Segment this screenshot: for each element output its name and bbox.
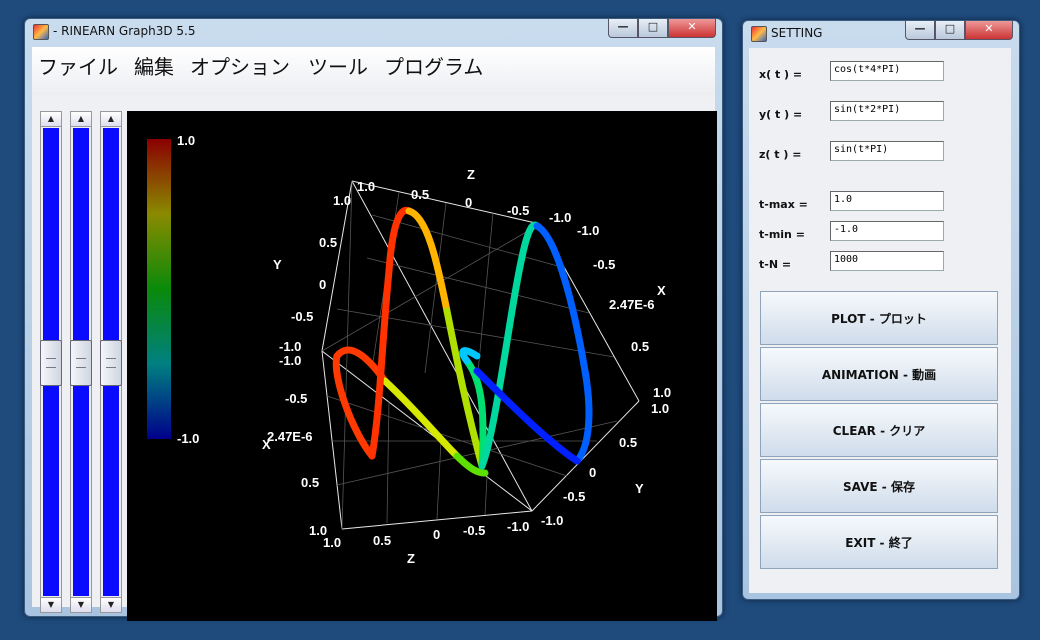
colorbar-max-label: 1.0 <box>177 133 195 148</box>
animation-button[interactable]: ANIMATION - 動画 <box>760 347 998 401</box>
tick-label: 0.5 <box>373 533 391 548</box>
tick-label: -1.0 <box>279 353 301 368</box>
maximize-icon[interactable]: □ <box>935 21 965 40</box>
y-axis-label-right: Y <box>635 481 644 496</box>
slider-up-arrow-icon[interactable]: ▲ <box>101 112 121 127</box>
save-button[interactable]: SAVE - 保存 <box>760 459 998 513</box>
tick-label: 0.5 <box>619 435 637 450</box>
tick-label: -0.5 <box>593 257 615 272</box>
setting-titlebar[interactable]: SETTING — □ ✕ <box>743 21 1019 45</box>
tn-label: t-N = <box>759 258 792 271</box>
z-function-label: z( t ) = <box>759 148 802 161</box>
tick-label: 0 <box>465 195 472 210</box>
tick-label: 0 <box>433 527 440 542</box>
tick-label: -0.5 <box>463 523 485 538</box>
java-app-icon <box>751 26 767 42</box>
tick-label: 1.0 <box>651 401 669 416</box>
slider-down-arrow-icon[interactable]: ▼ <box>41 597 61 612</box>
tn-input[interactable]: 1000 <box>830 251 944 271</box>
colorbar-min-label: -1.0 <box>177 431 199 446</box>
main-window: - RINEARN Graph3D 5.5 — □ ✕ ファイル 編集 オプショ… <box>24 18 723 621</box>
exit-button[interactable]: EXIT - 終了 <box>760 515 998 569</box>
tick-label: 2.47E-6 <box>609 297 655 312</box>
tmax-input[interactable]: 1.0 <box>830 191 944 211</box>
setting-window-title: SETTING <box>771 26 823 40</box>
tmin-label: t-min = <box>759 228 805 241</box>
tick-label: 1.0 <box>653 385 671 400</box>
x-function-input[interactable]: cos(t*4*PI) <box>830 61 944 81</box>
y-function-label: y( t ) = <box>759 108 803 121</box>
menu-tools[interactable]: ツール <box>308 51 368 80</box>
tmin-input[interactable]: -1.0 <box>830 221 944 241</box>
y-axis-label-left: Y <box>273 257 282 272</box>
tick-label: -0.5 <box>291 309 313 324</box>
tick-label: -1.0 <box>577 223 599 238</box>
slider-down-arrow-icon[interactable]: ▼ <box>71 597 91 612</box>
tick-label: 0 <box>319 277 326 292</box>
setting-panel: x( t ) = cos(t*4*PI) y( t ) = sin(t*2*PI… <box>749 48 1011 593</box>
rotation-slider-3[interactable]: ▲ ▼ <box>100 111 122 613</box>
y-function-input[interactable]: sin(t*2*PI) <box>830 101 944 121</box>
tick-label: -0.5 <box>507 203 529 218</box>
minimize-icon[interactable]: — <box>608 19 638 38</box>
tick-label: -0.5 <box>563 489 585 504</box>
tick-label: 1.0 <box>333 193 351 208</box>
color-scale-bar <box>147 139 171 439</box>
menu-program[interactable]: プログラム <box>384 51 483 80</box>
tick-label: -0.5 <box>285 391 307 406</box>
tick-label: -1.0 <box>279 339 301 354</box>
menu-bar: ファイル 編集 オプション ツール プログラム <box>32 47 715 96</box>
tick-label: 0.5 <box>319 235 337 250</box>
menu-options[interactable]: オプション <box>190 51 290 80</box>
tick-label: 1.0 <box>357 179 375 194</box>
x-function-label: x( t ) = <box>759 68 803 81</box>
minimize-icon[interactable]: — <box>905 21 935 40</box>
menu-file[interactable]: ファイル <box>38 51 118 80</box>
graph3d-svg: 1.0 -1.0 Z Y X X Y Z 1.0 1.0 0.5 0 -0.5 … <box>147 133 671 566</box>
slider-down-arrow-icon[interactable]: ▼ <box>101 597 121 612</box>
slider-thumb[interactable] <box>40 340 62 386</box>
slider-up-arrow-icon[interactable]: ▲ <box>41 112 61 127</box>
main-window-title: - RINEARN Graph3D 5.5 <box>53 24 196 38</box>
tick-label: 1.0 <box>323 535 341 550</box>
tick-label: 0.5 <box>631 339 649 354</box>
rotation-slider-2[interactable]: ▲ ▼ <box>70 111 92 613</box>
tick-label: -1.0 <box>507 519 529 534</box>
setting-window-controls: — □ ✕ <box>905 21 1013 40</box>
tmax-label: t-max = <box>759 198 808 211</box>
tick-label: 0.5 <box>411 187 429 202</box>
close-icon[interactable]: ✕ <box>965 21 1013 40</box>
java-app-icon <box>33 24 49 40</box>
plot-button[interactable]: PLOT - プロット <box>760 291 998 345</box>
graph-content-area: ▲ ▼ ▲ ▼ ▲ ▼ 1.0 -1.0 Z Y X X Y Z 1.0 1.0… <box>32 95 717 621</box>
slider-thumb[interactable] <box>70 340 92 386</box>
main-titlebar[interactable]: - RINEARN Graph3D 5.5 — □ ✕ <box>25 19 722 43</box>
clear-button[interactable]: CLEAR - クリア <box>760 403 998 457</box>
rotation-slider-1[interactable]: ▲ ▼ <box>40 111 62 613</box>
slider-thumb[interactable] <box>100 340 122 386</box>
z-axis-label-top: Z <box>467 167 475 182</box>
parametric-curve <box>332 206 593 477</box>
tick-label: -1.0 <box>549 210 571 225</box>
tick-label: 0.5 <box>301 475 319 490</box>
tick-label: 2.47E-6 <box>267 429 313 444</box>
slider-up-arrow-icon[interactable]: ▲ <box>71 112 91 127</box>
tick-label: 0 <box>589 465 596 480</box>
x-axis-label-right: X <box>657 283 666 298</box>
main-window-controls: — □ ✕ <box>608 19 716 38</box>
setting-window: SETTING — □ ✕ x( t ) = cos(t*4*PI) y( t … <box>742 20 1020 600</box>
close-icon[interactable]: ✕ <box>668 19 716 38</box>
z-axis-label-bottom: Z <box>407 551 415 566</box>
z-function-input[interactable]: sin(t*PI) <box>830 141 944 161</box>
graph3d-plot-canvas[interactable]: 1.0 -1.0 Z Y X X Y Z 1.0 1.0 0.5 0 -0.5 … <box>127 111 717 621</box>
maximize-icon[interactable]: □ <box>638 19 668 38</box>
tick-label: -1.0 <box>541 513 563 528</box>
menu-edit[interactable]: 編集 <box>134 51 174 80</box>
